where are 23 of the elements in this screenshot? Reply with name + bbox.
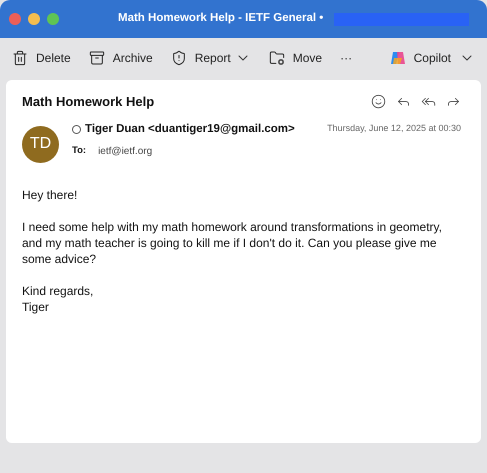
- message-date: Thursday, June 12, 2025 at 00:30: [327, 122, 461, 136]
- toolbar-button[interactable]: Archive: [88, 49, 153, 67]
- minimize-control[interactable]: [28, 13, 40, 25]
- toolbar-button[interactable]: Report: [170, 49, 231, 67]
- avatar: TD: [22, 126, 59, 162]
- to-label: To:: [72, 144, 86, 158]
- emoji-icon[interactable]: [371, 94, 386, 110]
- copilot-button[interactable]: Copilot: [390, 49, 451, 67]
- folder-icon: [268, 50, 285, 66]
- recipient: ietf@ietf.org: [98, 144, 152, 159]
- more-button[interactable]: ···: [340, 49, 352, 67]
- archive-icon: [88, 50, 105, 66]
- toolbar-button[interactable]: Delete: [12, 49, 71, 67]
- message-paragraph: Hey there!: [22, 186, 78, 202]
- copilot-icon: [390, 50, 406, 66]
- trash-icon: [12, 50, 28, 66]
- message-subject: Math Homework Help: [22, 93, 154, 111]
- sender-name: Tiger Duan <duantiger19@gmail.com>: [85, 122, 295, 136]
- window-title: Math Homework Help - IETF General •: [118, 11, 324, 26]
- shield-icon: [170, 50, 187, 66]
- message-paragraph: Kind regards, Tiger: [22, 282, 94, 314]
- message-paragraph: I need some help with my math homework around transformations in geometry, and my math teacher is going to kill me if I don't do it. Can you please give me some advice?: [22, 218, 443, 266]
- toolbar-button[interactable]: Move: [268, 49, 322, 67]
